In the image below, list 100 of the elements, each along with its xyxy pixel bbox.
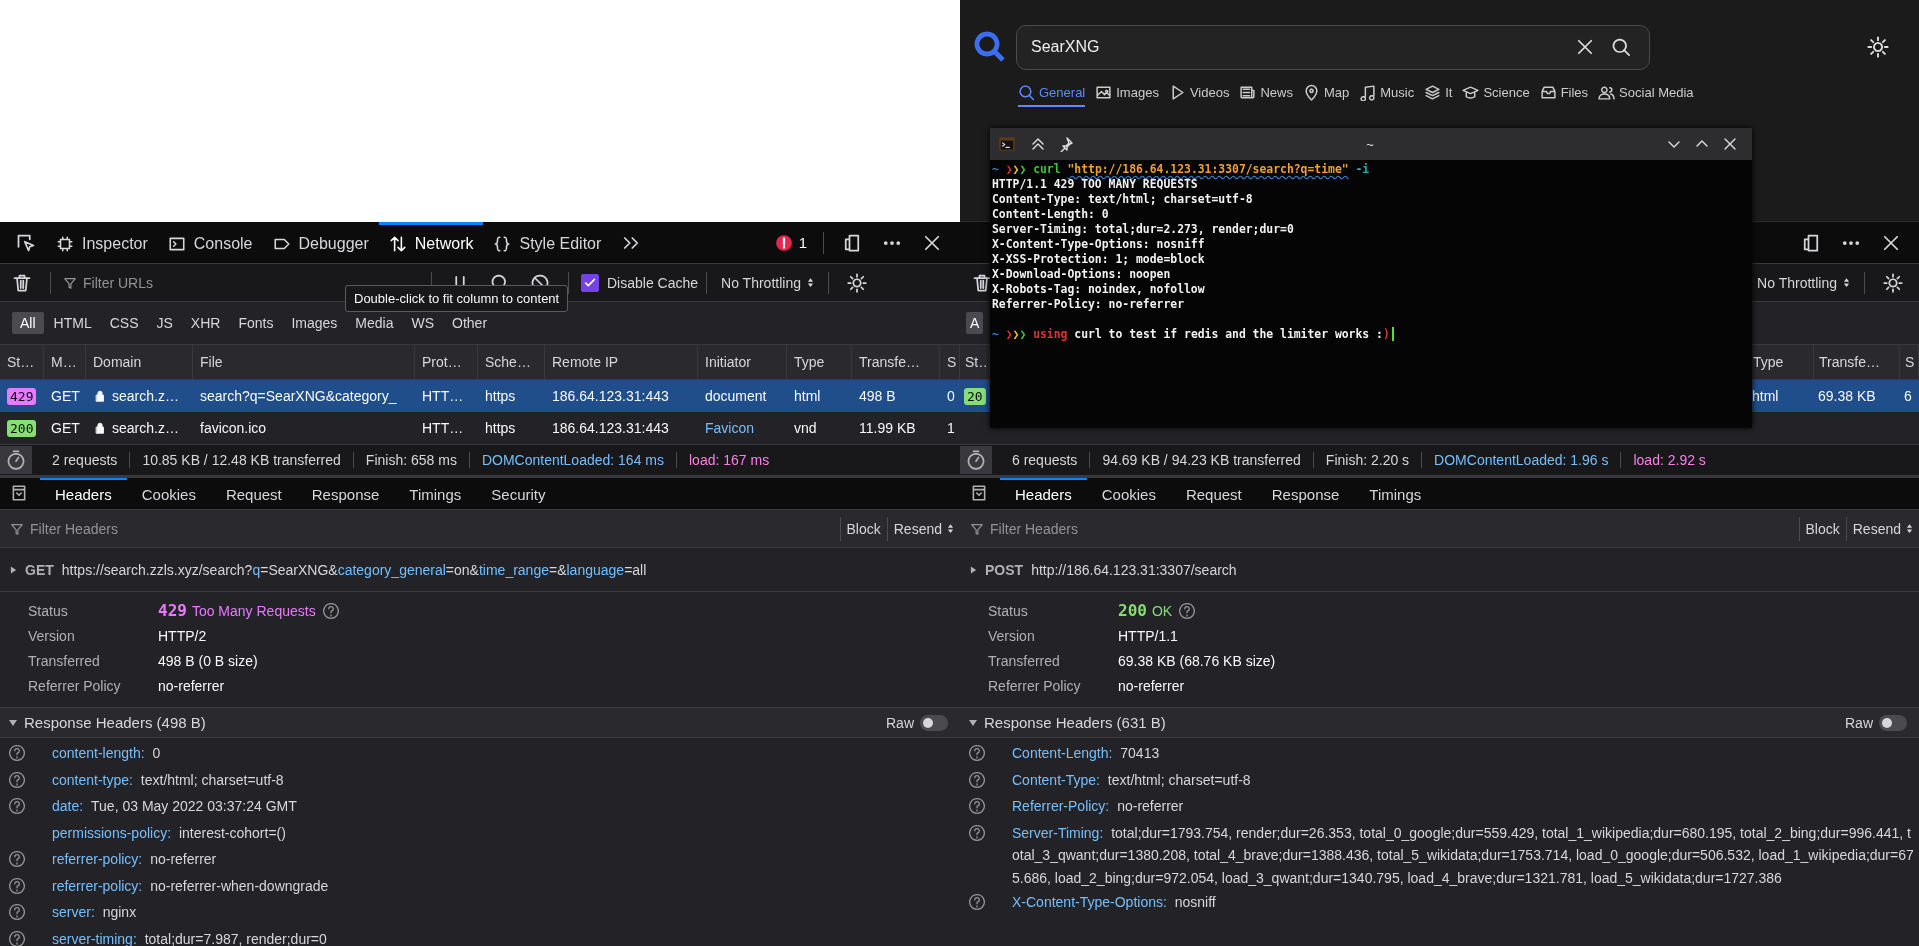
details-tab[interactable]: Cookies [1086, 478, 1171, 509]
timer-icon[interactable] [0, 446, 32, 474]
category-tab[interactable]: Music [1359, 84, 1415, 107]
category-tab[interactable]: Map [1302, 84, 1350, 107]
type-filter-button[interactable]: Images [283, 312, 346, 334]
initiator-link[interactable]: Favicon [705, 420, 755, 436]
terminal-window[interactable] [990, 128, 1752, 428]
category-tab[interactable]: It [1424, 84, 1453, 107]
column-header[interactable]: Transfe… [852, 345, 940, 379]
throttling-dropdown[interactable]: No Throttling [715, 270, 820, 295]
toolbox-tab[interactable]: Debugger [262, 221, 379, 264]
settings-icon[interactable] [846, 272, 867, 293]
help-icon[interactable] [8, 850, 26, 868]
column-header[interactable]: Type [787, 345, 852, 379]
error-icon[interactable] [774, 233, 793, 252]
responsive-icon[interactable] [1801, 232, 1821, 253]
help-icon[interactable] [968, 770, 986, 789]
type-filter-button[interactable]: CSS [101, 312, 147, 334]
toolbox-tab[interactable]: Console [157, 221, 263, 264]
type-filter-button[interactable]: Media [347, 312, 402, 334]
help-icon[interactable] [968, 893, 986, 911]
settings-icon[interactable] [1867, 36, 1889, 58]
element-picker-icon[interactable] [16, 232, 36, 253]
details-tab[interactable]: Cookies [126, 478, 211, 509]
help-icon[interactable] [968, 744, 986, 762]
toolbox-tab[interactable]: Style Editor [483, 221, 612, 264]
raw-toggle[interactable] [920, 714, 948, 731]
type-filter-button[interactable]: WS [403, 312, 443, 334]
category-tab[interactable]: Files [1539, 84, 1589, 107]
help-icon[interactable] [8, 744, 26, 762]
throttling-dropdown[interactable]: No Throttling [1751, 270, 1856, 295]
type-filter-button[interactable]: XHR [182, 312, 229, 334]
column-header[interactable]: Domain [86, 345, 193, 379]
column-header[interactable]: St… [0, 345, 44, 379]
search-input[interactable]: SearXNG [1031, 38, 1559, 56]
close-icon[interactable] [1722, 136, 1738, 152]
search-field[interactable]: SearXNG [1016, 24, 1650, 70]
type-filter-button[interactable]: All [12, 312, 44, 334]
details-tab[interactable]: Security [476, 478, 561, 509]
help-icon[interactable] [8, 770, 26, 789]
category-tab[interactable]: Videos [1168, 84, 1230, 107]
column-header[interactable]: M… [44, 345, 86, 379]
category-tab[interactable]: Science [1462, 84, 1530, 107]
help-icon[interactable] [8, 797, 26, 815]
expand-arrow-icon[interactable] [10, 564, 17, 575]
request-row[interactable]: 20 [960, 380, 990, 412]
column-header[interactable]: Transfe… [1814, 345, 1900, 379]
pin-icon[interactable] [1058, 136, 1074, 152]
type-filter-button[interactable]: Other [444, 312, 496, 334]
clear-icon[interactable] [1575, 37, 1595, 57]
type-filter-button[interactable]: JS [148, 312, 181, 334]
details-tab[interactable]: Response [1256, 478, 1355, 509]
column-header[interactable]: Prot… [415, 345, 478, 379]
settings-icon[interactable] [1883, 272, 1903, 293]
column-header[interactable]: Remote IP [545, 345, 698, 379]
help-icon[interactable] [968, 823, 986, 842]
trash-icon[interactable] [12, 272, 32, 293]
category-tab[interactable]: Images [1095, 84, 1159, 107]
details-tab[interactable]: Timings [1354, 478, 1437, 509]
help-icon[interactable] [8, 876, 26, 895]
type-filter-button[interactable]: Fonts [230, 312, 282, 334]
magnifier-logo-icon[interactable] [974, 31, 1006, 63]
terminal-text: ❯ [1012, 327, 1020, 341]
search-icon[interactable] [1611, 37, 1631, 57]
request-row[interactable]: 200 GET search.z… favicon.ico HTT… https 186.64.123.31:443 Favicon vnd 11.99 KB 1 [0, 412, 960, 444]
type-filter-button[interactable]: HTML [45, 312, 100, 334]
column-header[interactable]: Initiator [698, 345, 787, 379]
details-tab[interactable]: Timings [394, 478, 477, 509]
type-filter-button[interactable]: A [966, 312, 984, 334]
sidebar-toggle-icon[interactable] [970, 484, 988, 502]
trash-icon[interactable] [972, 272, 992, 293]
details-tab[interactable]: Response [296, 478, 395, 509]
terminal-text: "http://186.64.123.31:3307/search?q=time" [1067, 162, 1349, 176]
column-header[interactable]: File [193, 345, 415, 379]
category-tab[interactable]: General [1018, 84, 1086, 107]
request-row[interactable]: 429 GET search.z… search?q=SearXNG&category_ HTT… https 186.64.123.31:443 document html 498 B 0 [0, 380, 960, 412]
help-icon[interactable] [1178, 601, 1197, 620]
raw-toggle[interactable] [1879, 714, 1907, 731]
terminal-app-icon[interactable] [998, 135, 1016, 153]
details-tab[interactable]: Request [1170, 478, 1257, 509]
checkbox[interactable] [581, 273, 599, 292]
responsive-icon[interactable] [842, 232, 862, 253]
details-tab[interactable]: Request [210, 478, 297, 509]
toolbox-tab[interactable]: Inspector [46, 221, 158, 264]
sidebar-toggle-icon[interactable] [10, 484, 28, 502]
help-icon[interactable] [968, 797, 986, 815]
collapse-arrow-icon[interactable] [8, 718, 18, 727]
help-icon[interactable] [8, 903, 26, 921]
collapse-arrow-icon[interactable] [968, 718, 978, 727]
help-icon[interactable] [321, 601, 340, 620]
category-tab[interactable]: News [1239, 84, 1293, 107]
help-icon[interactable] [8, 929, 26, 946]
timer-icon[interactable] [960, 446, 992, 474]
filter-headers-input[interactable]: Filter Headers [30, 520, 840, 537]
column-header[interactable]: Sche… [478, 345, 545, 379]
double-chevron-icon[interactable] [1030, 136, 1046, 152]
filter-headers-input[interactable]: Filter Headers [990, 520, 1799, 537]
category-tab[interactable]: Social Media [1598, 84, 1694, 107]
column-header[interactable]: S [1900, 345, 1919, 379]
expand-arrow-icon[interactable] [970, 564, 977, 575]
